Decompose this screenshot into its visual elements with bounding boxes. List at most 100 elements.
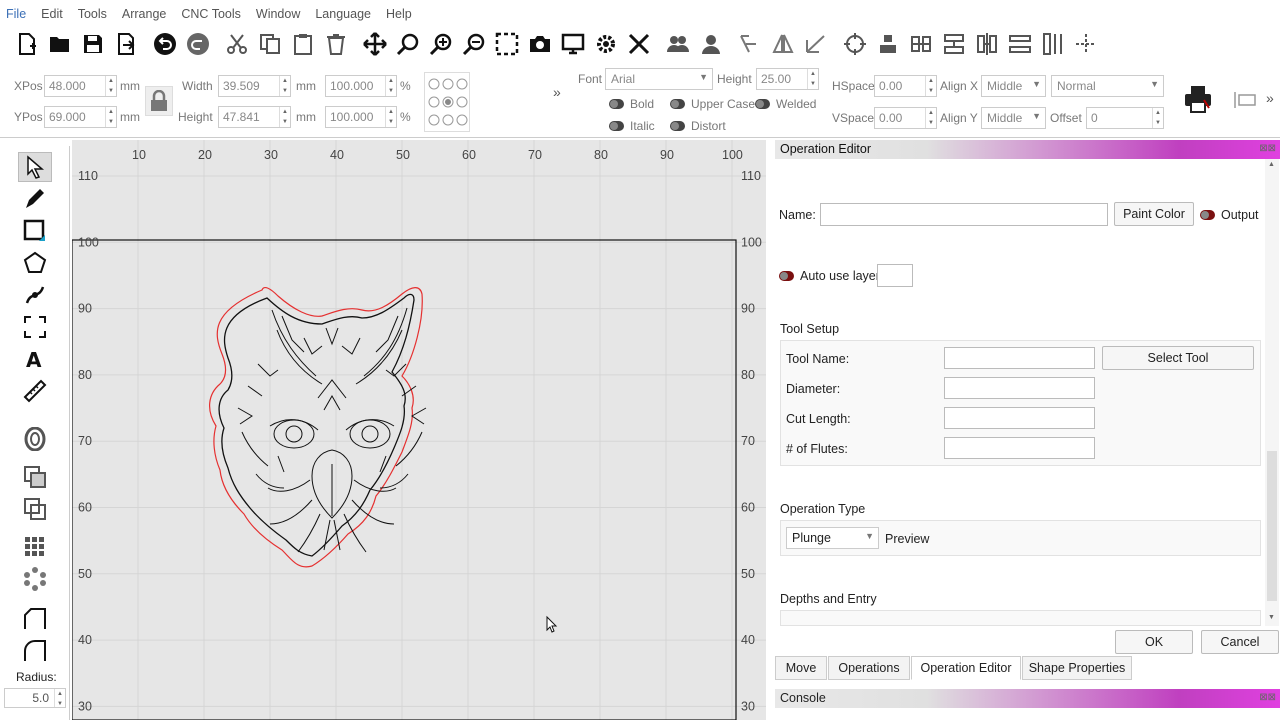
menu-language[interactable]: Language xyxy=(315,7,371,21)
drawing-canvas[interactable]: 10 20 30 40 50 60 70 80 90 100 110 100 90 80 70 60 50 40 3… xyxy=(72,140,766,720)
menu-cnc-tools[interactable]: CNC Tools xyxy=(181,7,241,21)
menu-arrange[interactable]: Arrange xyxy=(122,7,166,21)
select-box-icon[interactable] xyxy=(490,29,523,59)
zoom-out-icon[interactable] xyxy=(457,29,490,59)
camera-icon[interactable] xyxy=(523,29,556,59)
flip-icon[interactable] xyxy=(766,29,799,59)
align-y-select[interactable]: Middle ▼ xyxy=(981,107,1046,129)
align-top-icon[interactable] xyxy=(871,29,904,59)
cut-icon[interactable] xyxy=(220,29,253,59)
zoom-fit-icon[interactable] xyxy=(391,29,424,59)
select-arrow-icon[interactable] xyxy=(18,152,52,182)
offset-icon[interactable] xyxy=(18,424,52,454)
gear-icon[interactable] xyxy=(589,29,622,59)
upper-case-toggle[interactable]: Upper Case xyxy=(670,97,755,111)
copy-shape-icon[interactable] xyxy=(18,462,52,492)
owl-artwork[interactable] xyxy=(209,286,427,568)
menu-tools[interactable]: Tools xyxy=(78,7,107,21)
radius-input[interactable]: 5.0 ▲ ▼ xyxy=(4,688,66,708)
expand-more-icon[interactable]: » xyxy=(1266,90,1274,106)
space-v-icon[interactable] xyxy=(1036,29,1069,59)
xpos-input[interactable]: 48.000 ▲ ▼ xyxy=(44,75,117,97)
menu-file[interactable]: File xyxy=(6,7,26,21)
output-toggle[interactable]: Output xyxy=(1200,208,1259,222)
operation-type-select[interactable]: Plunge ▼ xyxy=(786,527,879,549)
distort-toggle[interactable]: Distort xyxy=(670,119,726,133)
close-icon[interactable]: ⊠⊠ xyxy=(1259,143,1276,154)
open-folder-icon[interactable] xyxy=(43,29,76,59)
vspace-input[interactable]: 0.00 ▲ ▼ xyxy=(874,107,937,129)
monitor-icon[interactable] xyxy=(556,29,589,59)
cut-length-input[interactable] xyxy=(944,407,1095,429)
menu-window[interactable]: Window xyxy=(256,7,300,21)
menu-help[interactable]: Help xyxy=(386,7,412,21)
frame-icon[interactable] xyxy=(18,312,52,342)
width-input[interactable]: 39.509 ▲ ▼ xyxy=(218,75,291,97)
rotate-icon[interactable] xyxy=(799,29,832,59)
ungroup-icon[interactable] xyxy=(694,29,727,59)
text-mode-select[interactable]: Normal ▼ xyxy=(1051,75,1164,97)
move-icon[interactable] xyxy=(358,29,391,59)
scroll-thumb[interactable] xyxy=(1267,451,1277,601)
bold-toggle[interactable]: Bold xyxy=(609,97,654,111)
mirror-icon[interactable] xyxy=(733,29,766,59)
undo-icon[interactable] xyxy=(148,29,181,59)
font-select[interactable]: Arial ▼ xyxy=(605,68,713,90)
text-tool-icon[interactable]: A xyxy=(18,344,52,374)
scroll-up-icon[interactable]: ▲ xyxy=(1268,161,1275,168)
crosshair-icon[interactable] xyxy=(1069,29,1102,59)
font-height-input[interactable]: 25.00 ▲ ▼ xyxy=(756,68,819,90)
tab-move[interactable]: Move xyxy=(775,656,827,680)
panel-scrollbar[interactable]: ▲ ▼ xyxy=(1265,159,1279,626)
paint-color-button[interactable]: Paint Color xyxy=(1114,202,1194,226)
print-icon[interactable] xyxy=(1183,84,1213,114)
tab-operation-editor[interactable]: Operation Editor xyxy=(911,656,1021,680)
ypos-input[interactable]: 69.000 ▲ ▼ xyxy=(44,106,117,128)
zoom-in-icon[interactable] xyxy=(424,29,457,59)
scroll-down-icon[interactable]: ▼ xyxy=(1268,614,1275,621)
wrench-icon[interactable] xyxy=(622,29,655,59)
align-center-icon[interactable] xyxy=(904,29,937,59)
distribute-h-icon[interactable] xyxy=(937,29,970,59)
new-file-icon[interactable] xyxy=(10,29,43,59)
flutes-input[interactable] xyxy=(944,437,1095,459)
export-icon[interactable] xyxy=(109,29,142,59)
copy-icon[interactable] xyxy=(253,29,286,59)
welded-toggle[interactable]: Welded xyxy=(755,97,816,111)
auto-use-layer-toggle[interactable]: Auto use layer xyxy=(779,269,880,283)
anchor-point-selector[interactable] xyxy=(424,72,470,132)
tool-name-input[interactable] xyxy=(944,347,1095,369)
delete-icon[interactable] xyxy=(319,29,352,59)
target-icon[interactable] xyxy=(838,29,871,59)
layer-color-swatch[interactable] xyxy=(877,264,913,287)
corner-icon[interactable] xyxy=(18,604,52,634)
select-tool-button[interactable]: Select Tool xyxy=(1102,346,1254,370)
name-input[interactable] xyxy=(820,203,1108,226)
rectangle-icon[interactable] xyxy=(18,216,52,246)
redo-icon[interactable] xyxy=(181,29,214,59)
expand-props-icon[interactable]: » xyxy=(553,84,561,100)
hspace-input[interactable]: 0.00 ▲ ▼ xyxy=(874,75,937,97)
node-edit-icon[interactable] xyxy=(18,280,52,310)
scale-height-input[interactable]: 100.000 ▲ ▼ xyxy=(325,106,397,128)
paste-icon[interactable] xyxy=(286,29,319,59)
ruler-icon[interactable] xyxy=(18,376,52,406)
align-x-select[interactable]: Middle ▼ xyxy=(981,75,1046,97)
round-corner-icon[interactable] xyxy=(18,636,52,666)
italic-toggle[interactable]: Italic xyxy=(609,119,655,133)
scale-width-input[interactable]: 100.000 ▲ ▼ xyxy=(325,75,397,97)
close-icon[interactable]: ⊠⊠ xyxy=(1259,692,1276,703)
height-input[interactable]: 47.841 ▲ ▼ xyxy=(218,106,291,128)
tab-shape-properties[interactable]: Shape Properties xyxy=(1022,656,1132,680)
ok-button[interactable]: OK xyxy=(1115,630,1193,654)
space-h-icon[interactable] xyxy=(1003,29,1036,59)
pen-icon[interactable] xyxy=(18,184,52,214)
group-icon[interactable] xyxy=(661,29,694,59)
grid-array-icon[interactable] xyxy=(18,532,52,562)
duplicate-icon[interactable] xyxy=(18,494,52,524)
panel-toggle-icon[interactable] xyxy=(1233,90,1259,110)
offset-input[interactable]: 0 ▲ ▼ xyxy=(1086,107,1164,129)
cancel-button[interactable]: Cancel xyxy=(1201,630,1279,654)
polygon-icon[interactable] xyxy=(18,248,52,278)
menu-edit[interactable]: Edit xyxy=(41,7,63,21)
